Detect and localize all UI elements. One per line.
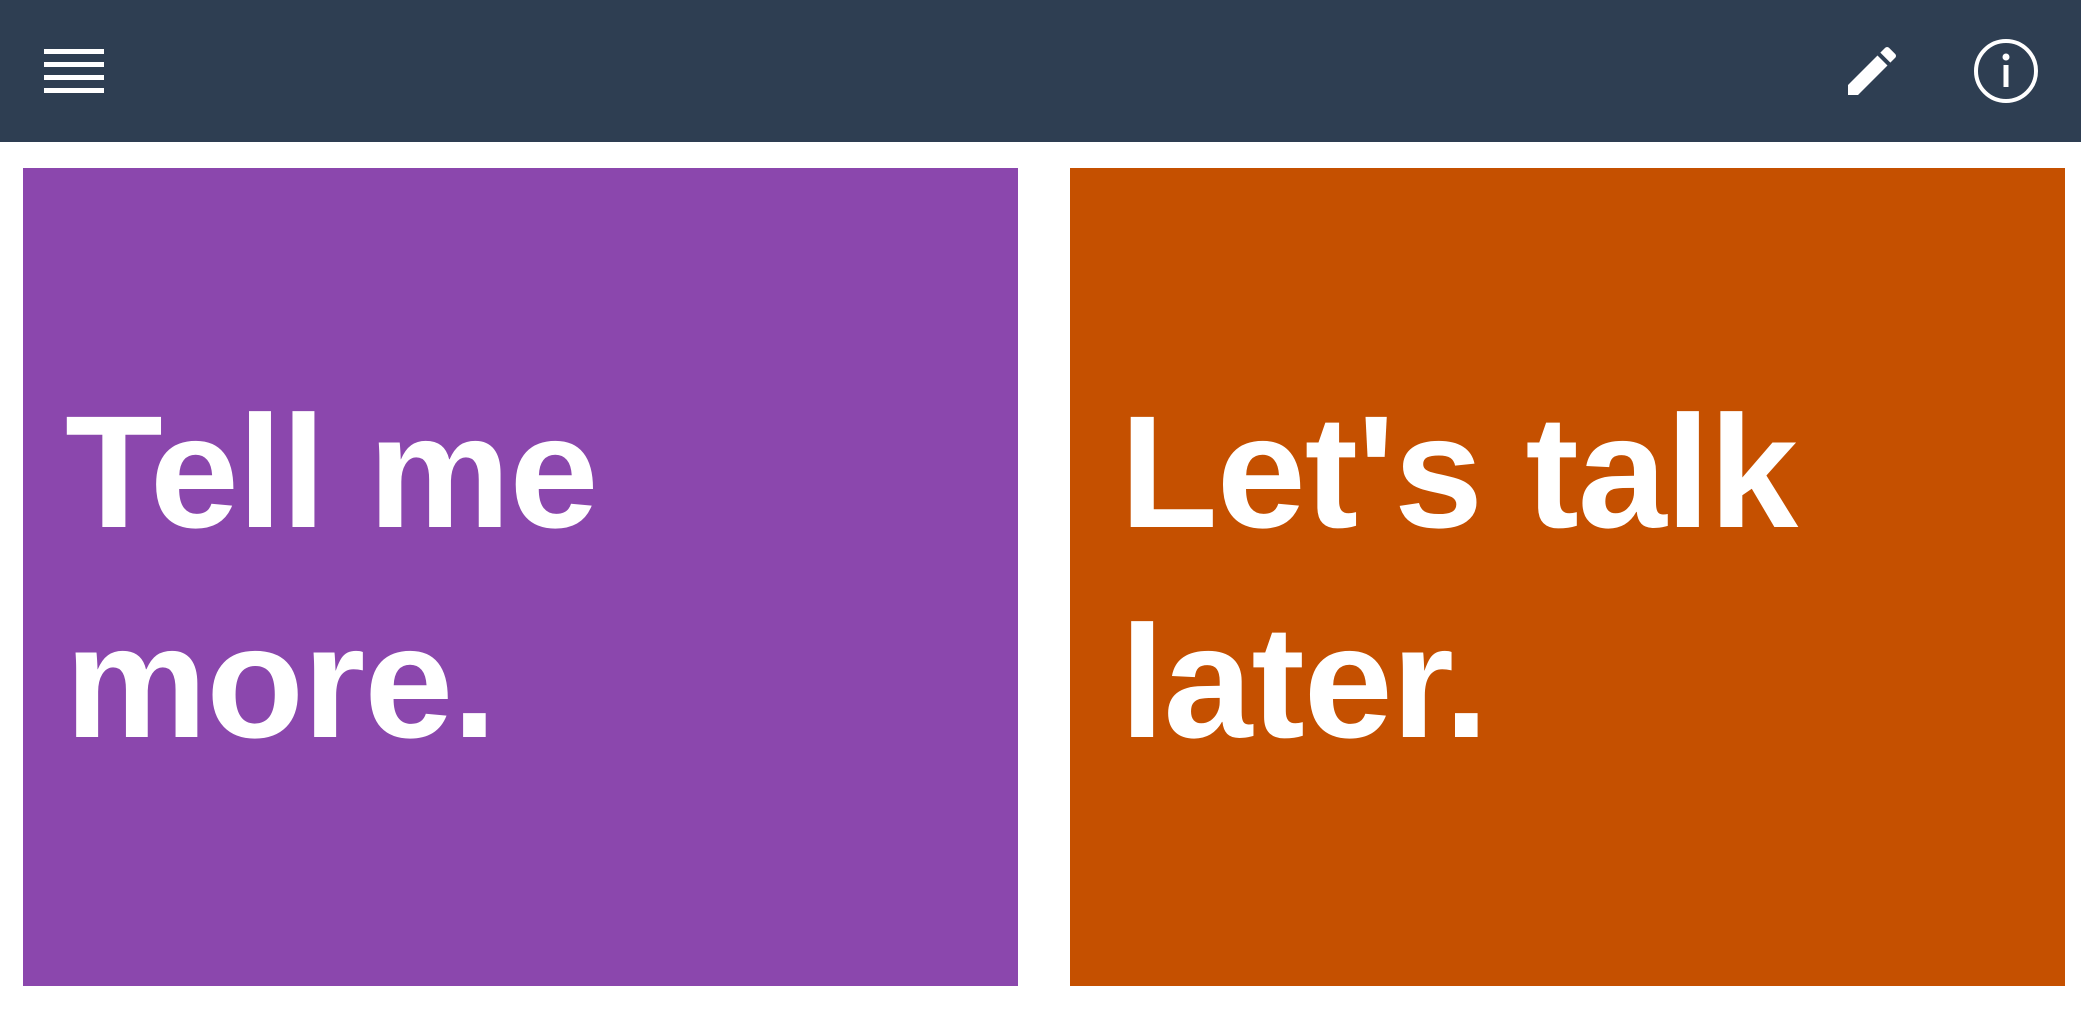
pencil-icon xyxy=(1848,46,1897,95)
toolbar-actions xyxy=(1836,35,2042,107)
info-button[interactable] xyxy=(1970,35,2042,107)
top-app-bar xyxy=(0,0,2081,142)
info-circle-icon xyxy=(1974,39,2038,103)
phrase-tiles: Tell me more. Let's talk later. xyxy=(0,142,2081,1012)
menu-button[interactable] xyxy=(40,37,108,105)
phrase-tile-label: Tell me more. xyxy=(65,382,598,771)
edit-button[interactable] xyxy=(1836,35,1908,107)
hamburger-menu-icon xyxy=(44,49,104,93)
phrase-tile-label: Let's talk later. xyxy=(1120,382,1798,771)
phrase-tile-tell-me-more[interactable]: Tell me more. xyxy=(23,168,1018,986)
phrase-tile-lets-talk-later[interactable]: Let's talk later. xyxy=(1070,168,2065,986)
